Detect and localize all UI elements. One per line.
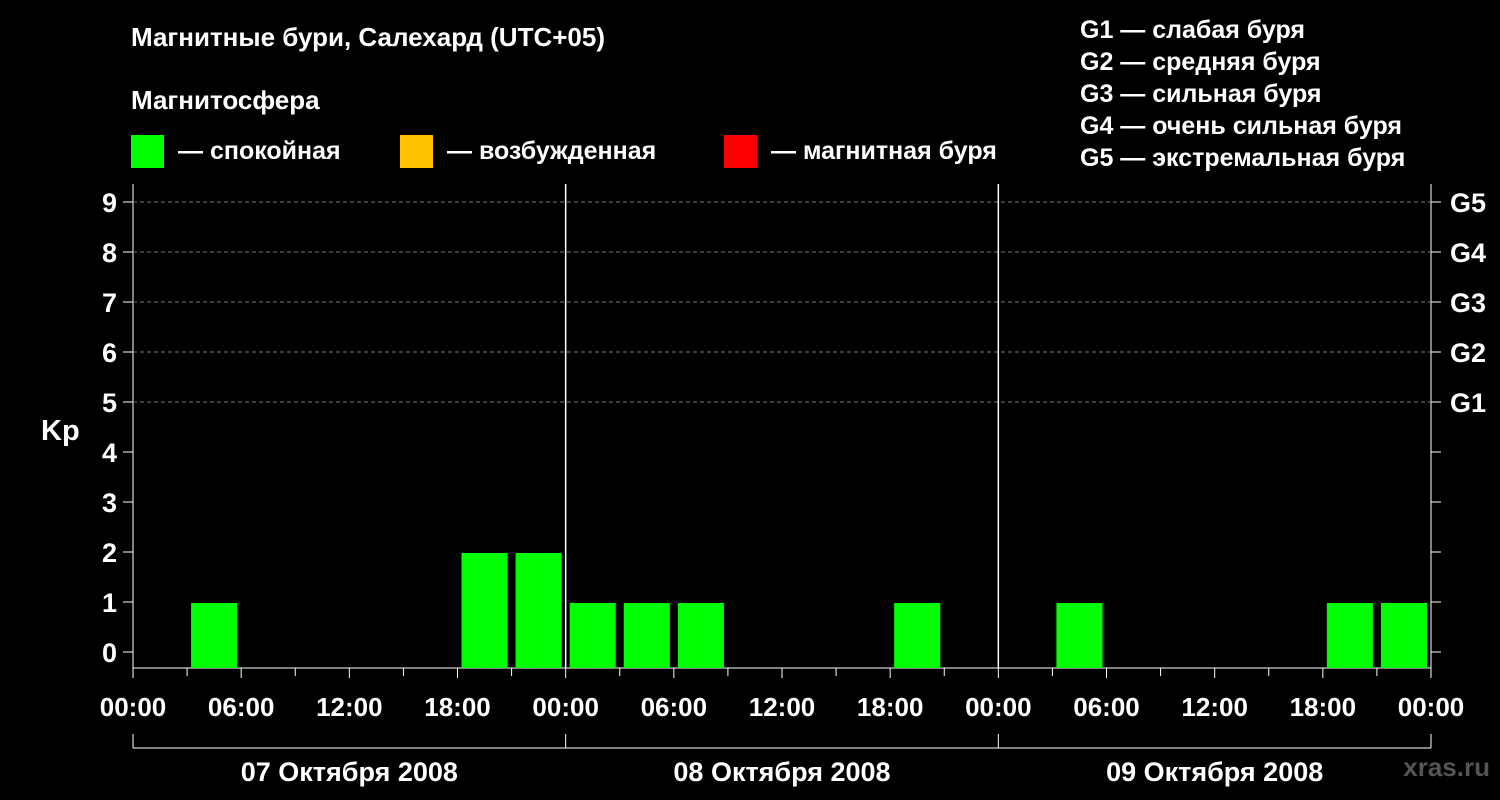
y-tick-label: 3 bbox=[102, 488, 117, 518]
y-tick-label: 7 bbox=[102, 288, 117, 318]
g-tick-label: G2 bbox=[1450, 338, 1486, 368]
y-tick-label: 1 bbox=[102, 588, 117, 618]
y-tick-label: 0 bbox=[102, 638, 117, 668]
x-tick-label: 00:00 bbox=[532, 692, 599, 722]
kp-chart: 0 1 2 3 4 5 6 7 8 9 G1 G2 G3 G4 G5 Kp 00:00 06:00 12:00 18:… bbox=[41, 184, 1486, 787]
kp-bar bbox=[1056, 603, 1103, 668]
g-tick-label: G5 bbox=[1450, 188, 1486, 218]
x-tick-label: 00:00 bbox=[100, 692, 167, 722]
x-tick-label: 00:00 bbox=[1398, 692, 1465, 722]
x-tick-label: 06:00 bbox=[1073, 692, 1140, 722]
kp-bar bbox=[191, 603, 238, 668]
kp-bar bbox=[461, 553, 508, 668]
x-tick-label: 18:00 bbox=[424, 692, 491, 722]
x-tick-label: 00:00 bbox=[965, 692, 1032, 722]
x-tick-label: 18:00 bbox=[1290, 692, 1357, 722]
x-tick-label: 12:00 bbox=[1181, 692, 1248, 722]
day-label: 07 Октября 2008 bbox=[241, 757, 458, 787]
g-tick-label: G3 bbox=[1450, 288, 1486, 318]
day-label: 08 Октября 2008 bbox=[673, 757, 890, 787]
kp-bar bbox=[623, 603, 670, 668]
kp-bar bbox=[677, 603, 724, 668]
kp-bar bbox=[1380, 603, 1427, 668]
g-tick-label: G4 bbox=[1450, 238, 1486, 268]
kp-bar bbox=[894, 603, 941, 668]
x-tick-label: 12:00 bbox=[749, 692, 816, 722]
day-label: 09 Октября 2008 bbox=[1106, 757, 1323, 787]
y-tick-label: 5 bbox=[102, 388, 117, 418]
g-tick-label: G1 bbox=[1450, 388, 1486, 418]
x-tick-label: 06:00 bbox=[641, 692, 708, 722]
kp-bar bbox=[569, 603, 616, 668]
x-tick-label: 12:00 bbox=[316, 692, 383, 722]
y-tick-label: 8 bbox=[102, 238, 117, 268]
y-tick-label: 6 bbox=[102, 338, 117, 368]
kp-bar bbox=[515, 553, 562, 668]
y-tick-label: 9 bbox=[102, 188, 117, 218]
kp-bar bbox=[1326, 603, 1373, 668]
y-axis-label: Kp bbox=[41, 415, 80, 447]
x-tick-label: 18:00 bbox=[857, 692, 924, 722]
x-tick-label: 06:00 bbox=[208, 692, 275, 722]
y-tick-label: 2 bbox=[102, 538, 117, 568]
watermark: xras.ru bbox=[1403, 752, 1490, 782]
y-tick-label: 4 bbox=[102, 438, 117, 468]
